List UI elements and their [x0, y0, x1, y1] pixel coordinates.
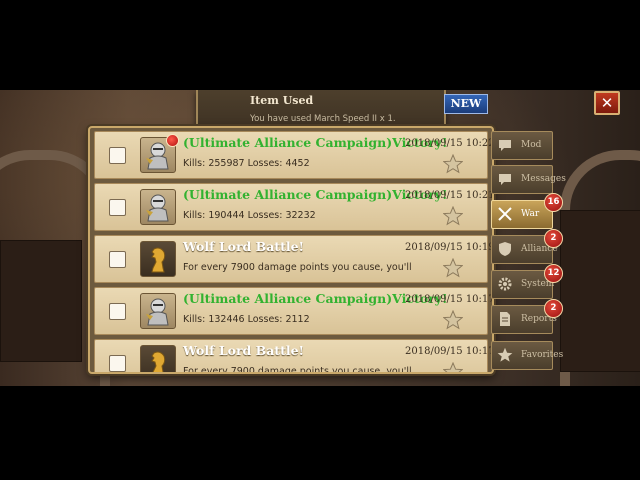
- favorite-star-icon[interactable]: [443, 258, 463, 278]
- popup-message: You have used March Speed II x 1.: [250, 114, 396, 124]
- mail-list-panel: (Ultimate Alliance Campaign)Victory! 201…: [88, 126, 494, 374]
- mail-date: 2018/09/15 10:17: [405, 294, 494, 305]
- favorite-star-icon[interactable]: [443, 310, 463, 330]
- alliance-count-badge: 2: [544, 229, 563, 248]
- mail-date: 2018/09/15 10:21: [405, 190, 494, 201]
- tab-label: Messages: [521, 174, 566, 184]
- popup-title: Item Used: [250, 94, 314, 107]
- unread-dot: [166, 134, 179, 147]
- tab-label: Favorites: [521, 350, 564, 360]
- tab-label: Mod: [521, 140, 542, 150]
- select-checkbox[interactable]: [109, 355, 126, 372]
- mail-date: 2018/09/15 10:17: [405, 346, 494, 357]
- mail-date: 2018/09/15 10:22: [405, 138, 494, 149]
- mail-date: 2018/09/15 10:19: [405, 242, 494, 253]
- mail-list: (Ultimate Alliance Campaign)Victory! 201…: [94, 131, 492, 374]
- shield-icon: [499, 242, 511, 256]
- mail-row[interactable]: Wolf Lord Battle! 2018/09/15 10:19 For e…: [94, 235, 492, 283]
- speech-bubble-icon: [499, 174, 511, 185]
- tab-messages[interactable]: Messages: [491, 165, 566, 194]
- mail-detail: Kills: 255987 Losses: 4452: [183, 158, 310, 169]
- star-icon: [497, 347, 513, 362]
- mail-row[interactable]: Wolf Lord Battle! 2018/09/15 10:17 For e…: [94, 339, 492, 374]
- document-icon: [500, 312, 510, 326]
- mail-row[interactable]: (Ultimate Alliance Campaign)Victory! 201…: [94, 287, 492, 335]
- tab-label: War: [521, 209, 540, 219]
- mail-row[interactable]: (Ultimate Alliance Campaign)Victory! 201…: [94, 131, 492, 179]
- mail-detail: Kills: 132446 Losses: 2112: [183, 314, 310, 325]
- mail-title: Wolf Lord Battle!: [183, 343, 305, 358]
- select-checkbox[interactable]: [109, 303, 126, 320]
- chess-knight-icon: [140, 241, 176, 277]
- mail-detail: For every 7900 damage points you cause, …: [183, 366, 413, 374]
- new-mail-button[interactable]: NEW: [444, 94, 488, 114]
- reports-count-badge: 2: [544, 299, 563, 318]
- favorite-star-icon[interactable]: [443, 154, 463, 174]
- favorite-star-icon[interactable]: [443, 206, 463, 226]
- crossed-swords-icon: [498, 207, 512, 221]
- select-checkbox[interactable]: [109, 251, 126, 268]
- armored-knight-icon: [140, 189, 176, 225]
- close-button[interactable]: ✕: [594, 91, 620, 115]
- mail-detail: Kills: 190444 Losses: 32232: [183, 210, 316, 221]
- mail-detail: For every 7900 damage points you cause, …: [183, 262, 413, 273]
- system-count-badge: 12: [544, 264, 563, 283]
- favorite-star-icon[interactable]: [443, 362, 463, 374]
- war-count-badge: 16: [544, 193, 563, 212]
- mail-row[interactable]: (Ultimate Alliance Campaign)Victory! 201…: [94, 183, 492, 231]
- chess-knight-icon: [140, 345, 176, 372]
- tab-mod[interactable]: Mod: [491, 131, 553, 160]
- speech-bubble-icon: [499, 140, 511, 151]
- background-shelf: [0, 240, 82, 362]
- armored-knight-icon: [140, 293, 176, 329]
- select-checkbox[interactable]: [109, 147, 126, 164]
- select-checkbox[interactable]: [109, 199, 126, 216]
- gear-icon: [498, 277, 512, 291]
- tab-favorites[interactable]: Favorites: [491, 341, 563, 370]
- mail-title: Wolf Lord Battle!: [183, 239, 305, 254]
- background-shelf: [560, 210, 640, 372]
